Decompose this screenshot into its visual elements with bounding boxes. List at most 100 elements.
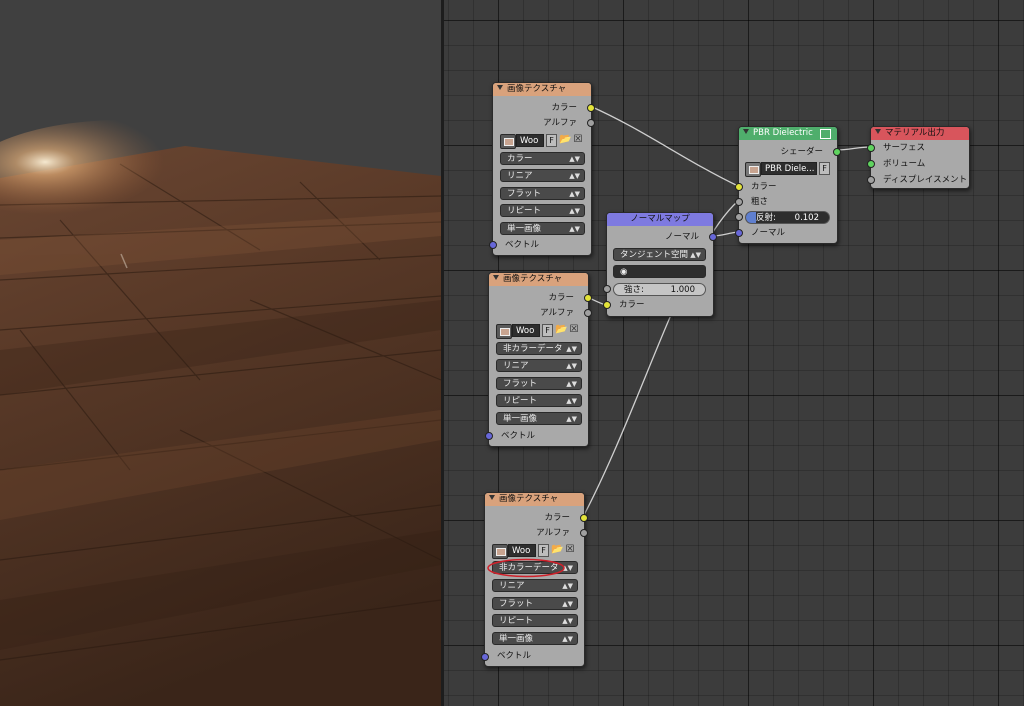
image-texture-node-1[interactable]: 画像テクスチャ カラー アルファ Woo F 📂 ☒ カラー ▲▼ リニア ▲▼ フ…	[489, 82, 595, 256]
input-roughness-socket[interactable]	[735, 198, 743, 206]
input-color-label: カラー	[751, 182, 777, 192]
input-color-socket[interactable]	[735, 183, 743, 191]
image-browse-icon[interactable]	[496, 324, 512, 339]
open-folder-icon[interactable]: 📂	[559, 134, 571, 146]
image-selector-row: Woo F 📂 ☒	[500, 134, 586, 149]
reflection-slider[interactable]: 反射: 0.102	[745, 211, 830, 224]
input-reflection-socket[interactable]	[735, 213, 743, 221]
strength-slider[interactable]: 強さ: 1.000	[613, 283, 706, 296]
output-alpha-label: アルファ	[540, 308, 574, 318]
output-shader-socket[interactable]	[833, 148, 841, 156]
input-color-socket[interactable]	[603, 301, 611, 309]
collapse-triangle-icon[interactable]	[497, 85, 503, 90]
collapse-triangle-icon[interactable]	[743, 129, 749, 134]
output-normal-socket[interactable]	[709, 233, 717, 241]
image-name-field[interactable]: Woo	[508, 544, 536, 557]
unlink-x-icon[interactable]: ☒	[564, 544, 576, 556]
output-alpha-socket[interactable]	[584, 309, 592, 317]
node-header[interactable]: ノーマルマップ	[607, 213, 713, 226]
fake-user-toggle[interactable]: F	[538, 544, 549, 557]
fake-user-toggle[interactable]: F	[542, 324, 553, 337]
group-name-field[interactable]: PBR Diele...	[761, 162, 817, 175]
input-volume-socket[interactable]	[867, 160, 875, 168]
projection-dropdown[interactable]: フラット ▲▼	[496, 377, 582, 390]
output-color-socket[interactable]	[580, 514, 588, 522]
fake-user-toggle[interactable]: F	[819, 162, 830, 175]
input-color-label: カラー	[619, 300, 645, 310]
interpolation-dropdown[interactable]: リニア ▲▼	[492, 579, 578, 592]
reflection-fill	[746, 212, 756, 223]
input-vector-socket[interactable]	[489, 241, 497, 249]
open-folder-icon[interactable]: 📂	[555, 324, 567, 336]
unlink-x-icon[interactable]: ☒	[572, 134, 584, 146]
fake-user-toggle[interactable]: F	[546, 134, 557, 147]
output-color-label: カラー	[551, 103, 577, 113]
output-color-socket[interactable]	[584, 294, 592, 302]
input-roughness-label: 粗さ	[751, 197, 769, 207]
normal-map-node[interactable]: ノーマルマップ ノーマル タンジェント空間 ▲▼ ◉ 強さ: 1.000 カラー	[603, 212, 717, 317]
extension-dropdown[interactable]: リピート ▲▼	[492, 614, 578, 627]
projection-dropdown[interactable]: フラット ▲▼	[492, 597, 578, 610]
node-header[interactable]: 画像テクスチャ	[485, 493, 584, 506]
input-vector-socket[interactable]	[481, 653, 489, 661]
unlink-x-icon[interactable]: ☒	[568, 324, 580, 336]
node-header[interactable]: 画像テクスチャ	[493, 83, 591, 96]
image-selector-row: Woo F 📂 ☒	[496, 324, 582, 339]
source-dropdown[interactable]: 単一画像 ▲▼	[496, 412, 582, 425]
node-title: ノーマルマップ	[630, 214, 690, 224]
input-volume-label: ボリューム	[883, 159, 926, 169]
node-editor[interactable]: 画像テクスチャ カラー アルファ Woo F 📂 ☒ カラー ▲▼ リニア ▲▼ フ…	[444, 0, 1024, 706]
wood-floor-render	[0, 0, 441, 706]
updown-arrows-icon: ▲▼	[566, 380, 577, 388]
image-texture-node-3[interactable]: 画像テクスチャ カラー アルファ Woo F 📂 ☒ 非カラーデータ ▲▼ リニア…	[481, 492, 588, 667]
node-group-icon[interactable]	[820, 129, 831, 139]
output-alpha-socket[interactable]	[587, 119, 595, 127]
updown-arrows-icon: ▲▼	[569, 225, 580, 233]
node-header[interactable]: マテリアル出力	[871, 127, 969, 140]
updown-arrows-icon: ▲▼	[569, 172, 580, 180]
space-dropdown[interactable]: タンジェント空間 ▲▼	[613, 248, 706, 261]
input-surface-socket[interactable]	[867, 144, 875, 152]
input-vector-label: ベクトル	[497, 651, 532, 661]
output-shader-label: シェーダー	[780, 147, 823, 157]
link-pbr-to-output	[835, 146, 871, 151]
uv-map-field[interactable]: ◉	[613, 265, 706, 278]
projection-dropdown[interactable]: フラット ▲▼	[500, 187, 585, 200]
input-normal-socket[interactable]	[735, 229, 743, 237]
pbr-dielectric-node[interactable]: PBR Dielectric シェーダー PBR Diele... F カラー …	[735, 126, 841, 244]
input-vector-socket[interactable]	[485, 432, 493, 440]
input-strength-socket[interactable]	[603, 285, 611, 293]
open-folder-icon[interactable]: 📂	[551, 544, 563, 556]
image-browse-icon[interactable]	[500, 134, 516, 149]
interpolation-dropdown[interactable]: リニア ▲▼	[500, 169, 585, 182]
node-header[interactable]: PBR Dielectric	[739, 127, 837, 140]
extension-dropdown[interactable]: リピート ▲▼	[496, 394, 582, 407]
material-output-node[interactable]: マテリアル出力 サーフェス ボリューム ディスプレイスメント	[867, 126, 970, 189]
node-title: 画像テクスチャ	[503, 274, 563, 284]
node-tree-browse-icon[interactable]	[745, 162, 761, 177]
color-space-dropdown[interactable]: 非カラーデータ ▲▼	[496, 342, 582, 355]
image-name-field[interactable]: Woo	[516, 134, 544, 147]
input-normal-label: ノーマル	[751, 228, 786, 238]
interpolation-dropdown[interactable]: リニア ▲▼	[496, 359, 582, 372]
color-space-dropdown[interactable]: カラー ▲▼	[500, 152, 585, 165]
collapse-triangle-icon[interactable]	[875, 129, 881, 134]
uv-map-icon: ◉	[620, 267, 628, 277]
collapse-triangle-icon[interactable]	[489, 495, 495, 500]
output-normal-label: ノーマル	[664, 232, 699, 242]
input-displacement-socket[interactable]	[867, 176, 875, 184]
input-displacement-label: ディスプレイスメント	[883, 175, 968, 185]
node-title: マテリアル出力	[885, 128, 945, 138]
output-color-socket[interactable]	[587, 104, 595, 112]
image-name-field[interactable]: Woo	[512, 324, 540, 337]
source-dropdown[interactable]: 単一画像 ▲▼	[500, 222, 585, 235]
updown-arrows-icon: ▲▼	[566, 345, 577, 353]
output-alpha-label: アルファ	[536, 528, 570, 538]
image-texture-node-2[interactable]: 画像テクスチャ カラー アルファ Woo F 📂 ☒ 非カラーデータ ▲▼ リニア…	[485, 272, 592, 447]
source-dropdown[interactable]: 単一画像 ▲▼	[492, 632, 578, 645]
collapse-triangle-icon[interactable]	[493, 275, 499, 280]
extension-dropdown[interactable]: リピート ▲▼	[500, 204, 585, 217]
node-header[interactable]: 画像テクスチャ	[489, 273, 588, 286]
3d-viewport[interactable]	[0, 0, 441, 706]
output-alpha-socket[interactable]	[580, 529, 588, 537]
